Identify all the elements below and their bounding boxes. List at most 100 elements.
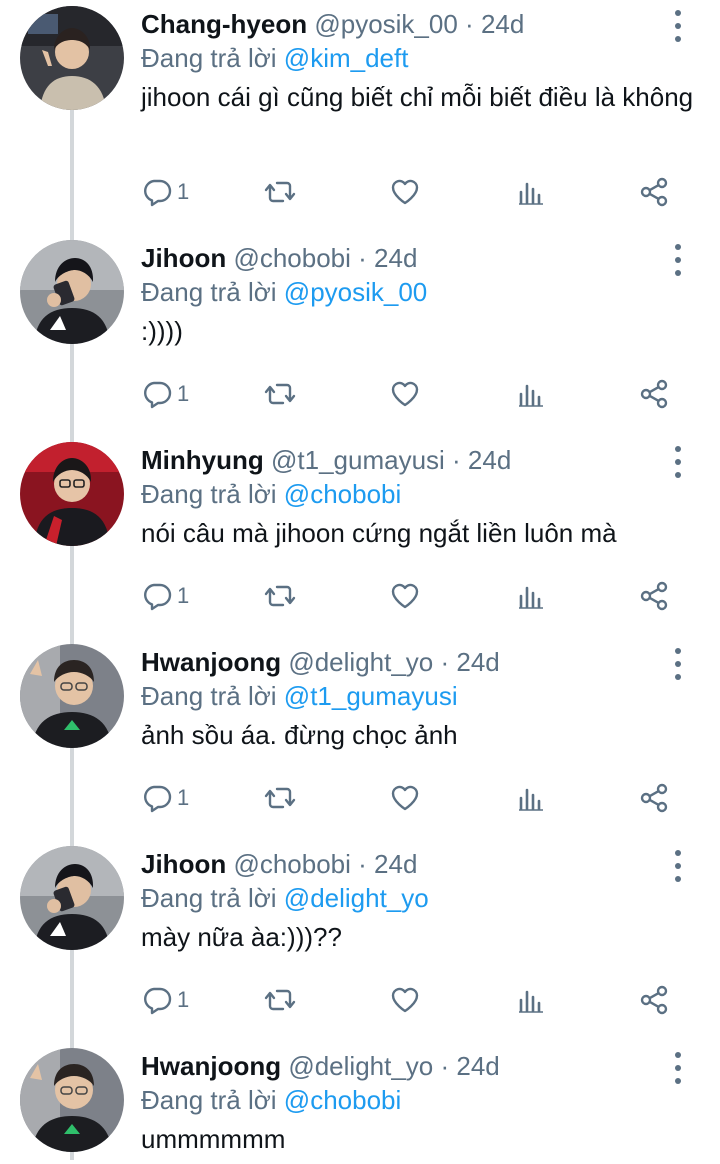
avatar[interactable] [20,846,124,950]
avatar[interactable] [20,240,124,344]
like-button[interactable] [389,374,421,414]
separator-dot: · [444,445,468,475]
tweet[interactable]: Jihoon @chobobi · 24d Đang trả lời @pyos… [0,234,720,436]
reply-button[interactable]: 1 [141,778,189,818]
tweet-header: Minhyung @t1_gumayusi · 24d [141,444,511,476]
mention-link[interactable]: @delight_yo [284,883,429,913]
retweet-icon [264,176,296,208]
avatar[interactable] [20,1048,124,1152]
display-name[interactable]: Hwanjoong [141,647,281,677]
replying-label: Đang trả lời [141,1085,277,1115]
display-name[interactable]: Chang-hyeon [141,9,307,39]
analytics-button[interactable] [515,576,547,616]
display-name[interactable]: Hwanjoong [141,1051,281,1081]
mention-link[interactable]: @chobobi [284,479,401,509]
mention-link[interactable]: @pyosik_00 [284,277,427,307]
retweet-button[interactable] [264,576,296,616]
more-icon[interactable] [668,6,688,46]
reply-count: 1 [177,583,190,608]
tweet-header: Chang-hyeon @pyosik_00 · 24d [141,8,524,40]
analytics-button[interactable] [515,778,547,818]
share-icon [638,984,670,1016]
display-name[interactable]: Minhyung [141,445,264,475]
replying-label: Đang trả lời [141,681,277,711]
timestamp[interactable]: 24d [374,849,417,879]
timestamp[interactable]: 24d [456,647,499,677]
timestamp[interactable]: 24d [481,9,524,39]
like-icon [389,580,421,612]
replying-label: Đang trả lời [141,43,277,73]
tweet-header: Jihoon @chobobi · 24d [141,848,417,880]
replying-label: Đang trả lời [141,277,277,307]
tweet[interactable]: Hwanjoong @delight_yo · 24d Đang trả lời… [0,1042,720,1164]
share-icon [638,176,670,208]
display-name[interactable]: Jihoon [141,243,226,273]
action-bar: 1 [0,980,720,1020]
retweet-icon [264,378,296,410]
replying-label: Đang trả lời [141,883,277,913]
replying-to: Đang trả lời @chobobi [141,1084,401,1116]
analytics-button[interactable] [515,172,547,212]
share-button[interactable] [638,374,670,414]
analytics-icon [515,782,547,814]
replying-label: Đang trả lời [141,479,277,509]
mention-link[interactable]: @kim_deft [284,43,409,73]
retweet-button[interactable] [264,980,296,1020]
tweet-text: ummmmmm [141,1124,286,1154]
reply-icon [141,176,173,208]
mention-link[interactable]: @chobobi [284,1085,401,1115]
avatar[interactable] [20,442,124,546]
separator-dot: · [433,1051,457,1081]
more-icon[interactable] [668,1048,688,1088]
more-icon[interactable] [668,644,688,684]
mention-link[interactable]: @t1_gumayusi [284,681,458,711]
avatar[interactable] [20,644,124,748]
replying-to: Đang trả lời @chobobi [141,478,401,510]
like-button[interactable] [389,778,421,818]
action-bar: 1 [0,778,720,818]
timestamp[interactable]: 24d [468,445,511,475]
replying-to: Đang trả lời @pyosik_00 [141,276,427,308]
like-icon [389,176,421,208]
retweet-button[interactable] [264,172,296,212]
tweet[interactable]: Minhyung @t1_gumayusi · 24d Đang trả lời… [0,436,720,638]
like-button[interactable] [389,980,421,1020]
tweet[interactable]: Hwanjoong @delight_yo · 24d Đang trả lời… [0,638,720,840]
share-button[interactable] [638,172,670,212]
analytics-button[interactable] [515,980,547,1020]
reply-button[interactable]: 1 [141,980,189,1020]
share-icon [638,580,670,612]
share-button[interactable] [638,778,670,818]
reply-count: 1 [177,381,190,406]
share-button[interactable] [638,576,670,616]
avatar[interactable] [20,6,124,110]
more-icon[interactable] [668,442,688,482]
reply-button[interactable]: 1 [141,576,189,616]
reply-button[interactable]: 1 [141,172,189,212]
more-icon[interactable] [668,846,688,886]
user-handle: @chobobi [233,243,351,273]
tweet-text: ảnh sồu áa. đừng chọc ảnh [141,720,458,750]
analytics-button[interactable] [515,374,547,414]
reply-icon [141,580,173,612]
retweet-button[interactable] [264,778,296,818]
timestamp[interactable]: 24d [374,243,417,273]
reply-button[interactable]: 1 [141,374,189,414]
more-icon[interactable] [668,240,688,280]
analytics-icon [515,378,547,410]
like-button[interactable] [389,172,421,212]
tweet-text: nói câu mà jihoon cứng ngắt liền luôn mà [141,518,617,548]
timestamp[interactable]: 24d [456,1051,499,1081]
display-name[interactable]: Jihoon [141,849,226,879]
tweet-text: :)))) [141,316,183,346]
retweet-button[interactable] [264,374,296,414]
retweet-icon [264,984,296,1016]
tweet[interactable]: Chang-hyeon @pyosik_00 · 24d Đang trả lờ… [0,0,720,202]
like-icon [389,984,421,1016]
like-button[interactable] [389,576,421,616]
retweet-icon [264,782,296,814]
user-handle: @pyosik_00 [314,9,458,39]
share-button[interactable] [638,980,670,1020]
reply-count: 1 [177,987,190,1012]
tweet[interactable]: Jihoon @chobobi · 24d Đang trả lời @deli… [0,840,720,1042]
